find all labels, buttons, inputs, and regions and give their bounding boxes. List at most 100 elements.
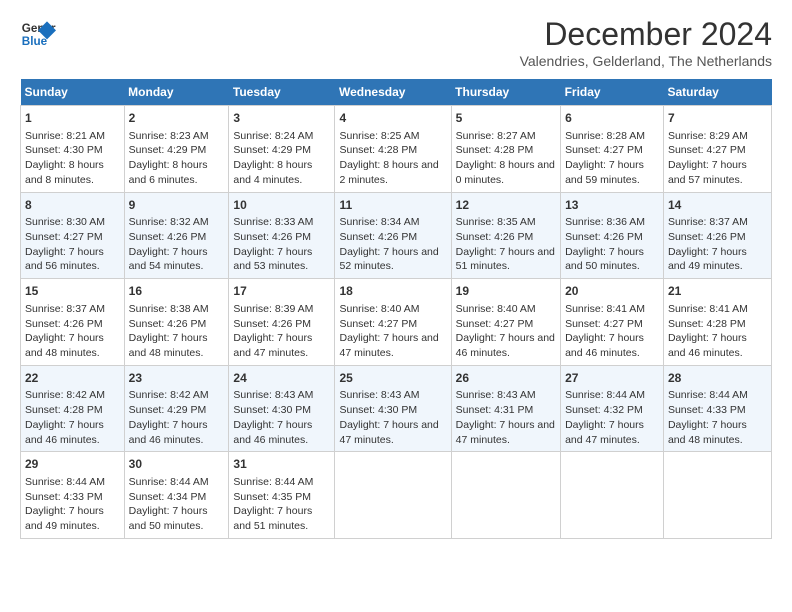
sunset-text: Sunset: 4:29 PM: [233, 144, 311, 156]
day-number: 19: [456, 283, 556, 300]
calendar-cell: 23Sunrise: 8:42 AMSunset: 4:29 PMDayligh…: [124, 365, 229, 452]
sunrise-text: Sunrise: 8:42 AM: [25, 389, 105, 401]
sunrise-text: Sunrise: 8:40 AM: [456, 303, 536, 315]
sunrise-text: Sunrise: 8:36 AM: [565, 216, 645, 228]
day-number: 28: [668, 370, 767, 387]
calendar-cell: 24Sunrise: 8:43 AMSunset: 4:30 PMDayligh…: [229, 365, 335, 452]
calendar-cell: 6Sunrise: 8:28 AMSunset: 4:27 PMDaylight…: [561, 106, 664, 193]
calendar-cell: 25Sunrise: 8:43 AMSunset: 4:30 PMDayligh…: [335, 365, 451, 452]
calendar-cell: 29Sunrise: 8:44 AMSunset: 4:33 PMDayligh…: [21, 452, 125, 539]
header-sunday: Sunday: [21, 79, 125, 106]
day-number: 25: [339, 370, 446, 387]
day-number: 23: [129, 370, 225, 387]
sunrise-text: Sunrise: 8:30 AM: [25, 216, 105, 228]
day-number: 31: [233, 456, 330, 473]
daylight-text: Daylight: 7 hours and 47 minutes.: [565, 419, 644, 446]
sunrise-text: Sunrise: 8:37 AM: [25, 303, 105, 315]
daylight-text: Daylight: 7 hours and 49 minutes.: [25, 505, 104, 532]
daylight-text: Daylight: 7 hours and 48 minutes.: [25, 332, 104, 359]
daylight-text: Daylight: 7 hours and 48 minutes.: [668, 419, 747, 446]
calendar-cell: 14Sunrise: 8:37 AMSunset: 4:26 PMDayligh…: [663, 192, 771, 279]
sunrise-text: Sunrise: 8:44 AM: [129, 476, 209, 488]
sunset-text: Sunset: 4:27 PM: [668, 144, 746, 156]
calendar-cell: 28 Sunrise: 8:44 AM Sunset: 4:33 PM Dayligh…: [663, 365, 771, 452]
sunset-text: Sunset: 4:30 PM: [25, 144, 103, 156]
day-number: 7: [668, 110, 767, 127]
calendar-cell: 13Sunrise: 8:36 AMSunset: 4:26 PMDayligh…: [561, 192, 664, 279]
sunset-text: Sunset: 4:35 PM: [233, 491, 311, 503]
svg-text:Blue: Blue: [22, 35, 48, 48]
sunrise-text: Sunrise: 8:42 AM: [129, 389, 209, 401]
title-section: December 2024 Valendries, Gelderland, Th…: [520, 16, 772, 69]
daylight-text: Daylight: 7 hours and 46 minutes.: [233, 419, 312, 446]
sunrise-text: Sunrise: 8:38 AM: [129, 303, 209, 315]
calendar-cell: 20Sunrise: 8:41 AMSunset: 4:27 PMDayligh…: [561, 279, 664, 366]
sunrise-text: Sunrise: 8:39 AM: [233, 303, 313, 315]
calendar-cell: [561, 452, 664, 539]
sunrise-text: Sunrise: 8:25 AM: [339, 130, 419, 142]
sunrise-text: Sunrise: 8:40 AM: [339, 303, 419, 315]
day-number: 27: [565, 370, 659, 387]
sunrise-text: Sunrise: 8:33 AM: [233, 216, 313, 228]
day-number: 22: [25, 370, 120, 387]
calendar-cell: 12Sunrise: 8:35 AMSunset: 4:26 PMDayligh…: [451, 192, 560, 279]
calendar-week-row: 29Sunrise: 8:44 AMSunset: 4:33 PMDayligh…: [21, 452, 772, 539]
sunset-text: Sunset: 4:28 PM: [25, 404, 103, 416]
daylight-text: Daylight: 7 hours and 50 minutes.: [129, 505, 208, 532]
daylight-text: Daylight: 7 hours and 47 minutes.: [233, 332, 312, 359]
sunset-text: Sunset: 4:32 PM: [565, 404, 643, 416]
sunset-text: Sunset: 4:26 PM: [129, 231, 207, 243]
sunrise-text: Sunrise: 8:37 AM: [668, 216, 748, 228]
sunset-text: Sunset: 4:27 PM: [339, 318, 417, 330]
sunset-text: Sunset: 4:34 PM: [129, 491, 207, 503]
day-number: 20: [565, 283, 659, 300]
day-number: 29: [25, 456, 120, 473]
daylight-text: Daylight: 8 hours and 8 minutes.: [25, 159, 104, 186]
sunset-text: Sunset: 4:30 PM: [339, 404, 417, 416]
calendar-cell: 2Sunrise: 8:23 AMSunset: 4:29 PMDaylight…: [124, 106, 229, 193]
daylight-text: Daylight: 7 hours and 56 minutes.: [25, 246, 104, 273]
day-number: 24: [233, 370, 330, 387]
calendar-cell: 7Sunrise: 8:29 AMSunset: 4:27 PMDaylight…: [663, 106, 771, 193]
sunrise-text: Sunrise: 8:34 AM: [339, 216, 419, 228]
day-number: 8: [25, 197, 120, 214]
sunset-text: Sunset: 4:26 PM: [129, 318, 207, 330]
sunrise-text: Sunrise: 8:44 AM: [668, 389, 748, 401]
day-number: 15: [25, 283, 120, 300]
day-number: 2: [129, 110, 225, 127]
sunrise-text: Sunrise: 8:35 AM: [456, 216, 536, 228]
page-header: General Blue December 2024 Valendries, G…: [20, 16, 772, 69]
sunrise-text: Sunrise: 8:41 AM: [668, 303, 748, 315]
day-number: 14: [668, 197, 767, 214]
sunrise-text: Sunrise: 8:44 AM: [233, 476, 313, 488]
day-number: 30: [129, 456, 225, 473]
daylight-text: Daylight: 7 hours and 49 minutes.: [668, 246, 747, 273]
header-friday: Friday: [561, 79, 664, 106]
sunrise-text: Sunrise: 8:44 AM: [25, 476, 105, 488]
calendar-cell: 3Sunrise: 8:24 AMSunset: 4:29 PMDaylight…: [229, 106, 335, 193]
calendar-subtitle: Valendries, Gelderland, The Netherlands: [520, 53, 772, 69]
sunset-text: Sunset: 4:26 PM: [233, 231, 311, 243]
day-number: 9: [129, 197, 225, 214]
daylight-text: Daylight: 7 hours and 46 minutes.: [565, 332, 644, 359]
calendar-week-row: 1Sunrise: 8:21 AMSunset: 4:30 PMDaylight…: [21, 106, 772, 193]
sunrise-text: Sunrise: 8:21 AM: [25, 130, 105, 142]
logo-icon: General Blue: [20, 16, 56, 52]
calendar-table: SundayMondayTuesdayWednesdayThursdayFrid…: [20, 79, 772, 539]
calendar-cell: 9Sunrise: 8:32 AMSunset: 4:26 PMDaylight…: [124, 192, 229, 279]
day-number: 26: [456, 370, 556, 387]
day-number: 10: [233, 197, 330, 214]
daylight-text: Daylight: 7 hours and 46 minutes.: [25, 419, 104, 446]
daylight-text: Daylight: 7 hours and 53 minutes.: [233, 246, 312, 273]
daylight-text: Daylight: 7 hours and 47 minutes.: [456, 419, 555, 446]
calendar-cell: 11Sunrise: 8:34 AMSunset: 4:26 PMDayligh…: [335, 192, 451, 279]
sunset-text: Sunset: 4:33 PM: [668, 404, 746, 416]
calendar-cell: [663, 452, 771, 539]
calendar-cell: 27Sunrise: 8:44 AMSunset: 4:32 PMDayligh…: [561, 365, 664, 452]
daylight-text: Daylight: 7 hours and 54 minutes.: [129, 246, 208, 273]
daylight-text: Daylight: 8 hours and 4 minutes.: [233, 159, 312, 186]
day-number: 4: [339, 110, 446, 127]
calendar-cell: 31Sunrise: 8:44 AMSunset: 4:35 PMDayligh…: [229, 452, 335, 539]
calendar-cell: 10 Sunrise: 8:33 AM Sunset: 4:26 PM Dayligh…: [229, 192, 335, 279]
calendar-week-row: 22 Sunrise: 8:42 AM Sunset: 4:28 PM Dayligh…: [21, 365, 772, 452]
